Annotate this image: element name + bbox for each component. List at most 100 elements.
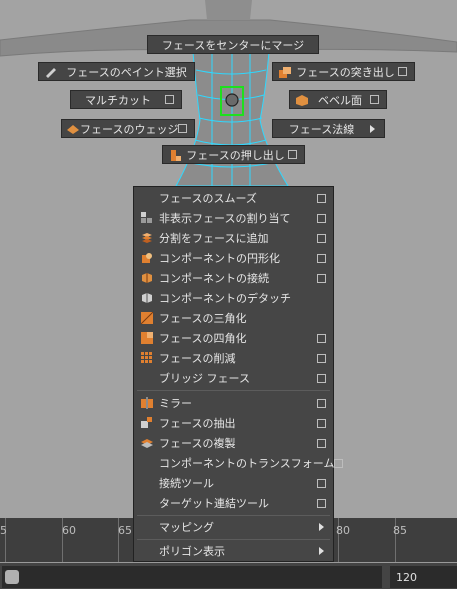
- menu-item-mirror[interactable]: ミラー: [134, 393, 333, 413]
- multi-cut-option-box[interactable]: [165, 95, 174, 104]
- bevel-icon: [294, 93, 310, 107]
- menu-item-label: コンポーネントのデタッチ: [159, 292, 291, 305]
- paint-select-icon: [43, 65, 59, 79]
- extrude-option-box[interactable]: [288, 150, 297, 159]
- menu-item-label: フェースの抽出: [159, 417, 236, 430]
- timeline-label-80: 80: [336, 524, 350, 537]
- wedge-option-box[interactable]: [178, 124, 188, 133]
- menu-separator: [137, 515, 330, 516]
- menu-item-label: ポリゴン表示: [159, 545, 225, 558]
- merge-faces-center-label: フェースをセンターにマージ: [161, 38, 305, 52]
- menu-item-quadrangulate[interactable]: フェースの四角化: [134, 328, 333, 348]
- menu-item-label: ブリッジ フェース: [159, 372, 250, 385]
- option-box[interactable]: [317, 233, 326, 243]
- connect-icon: [140, 272, 154, 284]
- extract-icon: [140, 417, 154, 429]
- menu-item-smooth-faces[interactable]: フェースのスムーズ: [134, 188, 333, 208]
- submenu-arrow-icon: [319, 547, 324, 555]
- circularize-icon: [140, 252, 154, 264]
- option-box[interactable]: [317, 418, 326, 428]
- option-box[interactable]: [317, 333, 326, 343]
- wedge-faces-button[interactable]: フェースのウェッジ: [61, 119, 195, 138]
- wedge-faces-label: フェースのウェッジ: [80, 122, 179, 136]
- option-box[interactable]: [317, 478, 326, 488]
- mirror-icon: [140, 397, 154, 409]
- quadrangulate-icon: [140, 332, 154, 344]
- reduce-icon: [140, 352, 154, 364]
- option-box[interactable]: [317, 353, 326, 363]
- menu-item-label: 接続ツール: [159, 477, 214, 490]
- neck-shape: [205, 0, 252, 20]
- extrude-out-icon: [277, 65, 293, 79]
- option-box[interactable]: [317, 398, 326, 408]
- option-box[interactable]: [334, 458, 344, 468]
- menu-item-hidden-faces[interactable]: 非表示フェースの割り当て: [134, 208, 333, 228]
- option-box[interactable]: [317, 498, 326, 508]
- timeline-label-85: 85: [393, 524, 407, 537]
- menu-item-label: 分割をフェースに追加: [159, 232, 269, 245]
- face-normals-button[interactable]: フェース法線: [272, 119, 385, 138]
- extrude-faces-button[interactable]: フェースの押し出し: [162, 145, 305, 164]
- submenu-arrow-icon: [319, 523, 324, 531]
- triangulate-icon: [140, 312, 154, 324]
- extrude-out-option-box[interactable]: [398, 67, 407, 76]
- menu-item-label: フェースのスムーズ: [159, 192, 257, 205]
- menu-item-bridge-faces[interactable]: ブリッジ フェース: [134, 368, 333, 388]
- timeline-label-65: 65: [118, 524, 132, 537]
- menu-item-label: フェースの削減: [159, 352, 236, 365]
- menu-item-detach[interactable]: コンポーネントのデタッチ: [134, 288, 333, 308]
- paint-select-faces-button[interactable]: フェースのペイント選択: [38, 62, 195, 81]
- menu-item-reduce[interactable]: フェースの削減: [134, 348, 333, 368]
- menu-item-connect-tool[interactable]: 接続ツール: [134, 473, 333, 493]
- menu-item-label: 非表示フェースの割り当て: [159, 212, 291, 225]
- option-box[interactable]: [317, 253, 326, 263]
- range-slider[interactable]: [2, 566, 382, 588]
- extrude-icon: [167, 148, 183, 162]
- duplicate-icon: [140, 437, 154, 449]
- menu-item-polygon-display[interactable]: ポリゴン表示: [134, 541, 333, 561]
- menu-separator: [137, 390, 330, 391]
- menu-item-label: フェースの複製: [159, 437, 236, 450]
- menu-item-duplicate[interactable]: フェースの複製: [134, 433, 333, 453]
- timeline-label-60: 60: [62, 524, 76, 537]
- extrude-faces-label: フェースの押し出し: [186, 148, 285, 162]
- menu-separator: [137, 539, 330, 540]
- timeline-label-5: 5: [0, 524, 7, 537]
- bevel-face-label: ベベル面: [318, 93, 362, 107]
- bevel-option-box[interactable]: [370, 95, 379, 104]
- menu-item-label: フェースの四角化: [159, 332, 247, 345]
- bevel-face-button[interactable]: ベベル面: [289, 90, 387, 109]
- range-slider-handle[interactable]: [5, 570, 19, 584]
- multi-cut-label: マルチカット: [85, 93, 151, 107]
- end-time-field[interactable]: 120: [390, 566, 457, 588]
- range-slider-bar: 120: [0, 563, 457, 589]
- multi-cut-button[interactable]: マルチカット: [70, 90, 182, 109]
- menu-item-circularize[interactable]: コンポーネントの円形化: [134, 248, 333, 268]
- option-box[interactable]: [317, 438, 326, 448]
- context-menu: フェースのスムーズ 非表示フェースの割り当て 分割をフェースに追加 コンポーネン…: [133, 186, 344, 562]
- wedge-icon: [66, 122, 80, 136]
- menu-item-transform-component[interactable]: コンポーネントのトランスフォーム: [134, 453, 344, 473]
- menu-item-label: コンポーネントの接続: [159, 272, 269, 285]
- menu-item-label: マッピング: [159, 521, 214, 534]
- menu-item-mapping[interactable]: マッピング: [134, 517, 333, 537]
- menu-item-connect[interactable]: コンポーネントの接続: [134, 268, 333, 288]
- hidden-face-icon: [140, 212, 154, 224]
- paint-select-faces-label: フェースのペイント選択: [66, 65, 187, 79]
- submenu-arrow-icon: [370, 124, 375, 133]
- extrude-out-faces-button[interactable]: フェースの突き出し: [272, 62, 415, 81]
- menu-item-add-divisions[interactable]: 分割をフェースに追加: [134, 228, 333, 248]
- detach-icon: [140, 292, 154, 304]
- option-box[interactable]: [317, 373, 326, 383]
- extrude-out-faces-label: フェースの突き出し: [296, 65, 395, 79]
- option-box[interactable]: [317, 273, 326, 283]
- menu-item-target-weld-tool[interactable]: ターゲット連結ツール: [134, 493, 333, 513]
- option-box[interactable]: [317, 193, 326, 203]
- merge-faces-center-button[interactable]: フェースをセンターにマージ: [147, 35, 319, 54]
- option-box[interactable]: [317, 213, 326, 223]
- menu-item-triangulate[interactable]: フェースの三角化: [134, 308, 333, 328]
- menu-item-label: フェースの三角化: [159, 312, 247, 325]
- menu-item-extract[interactable]: フェースの抽出: [134, 413, 333, 433]
- add-divisions-icon: [140, 232, 154, 244]
- menu-item-label: ターゲット連結ツール: [159, 497, 269, 510]
